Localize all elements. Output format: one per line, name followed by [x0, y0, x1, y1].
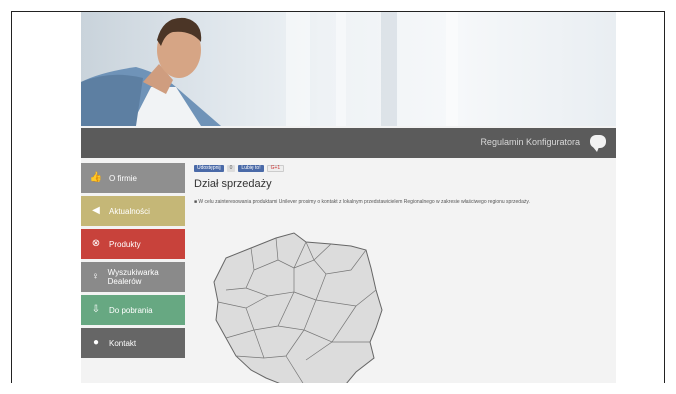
- megaphone-icon: ◀: [92, 205, 100, 216]
- lightbulb-icon: ♀: [91, 271, 100, 282]
- hero-man-photo: [81, 17, 221, 126]
- sidebar-item-label: Do pobrania: [109, 305, 153, 315]
- sidebar-item-o-firmie[interactable]: 👍 O firmie: [81, 163, 185, 193]
- sidebar-item-produkty[interactable]: ⊗ Produkty: [81, 229, 185, 259]
- top-bar: Regulamin Konfiguratora: [81, 128, 616, 158]
- sidebar-item-label: Produkty: [109, 239, 141, 249]
- sidebar-item-label: Aktualności: [109, 206, 150, 216]
- page-title: Dział sprzedaży: [194, 178, 272, 190]
- website: Regulamin Konfiguratora 👍 O firmie ◀ Akt…: [81, 12, 616, 383]
- sidebar-item-label: O firmie: [109, 173, 137, 183]
- poland-map: [213, 232, 383, 383]
- sidebar-nav: 👍 O firmie ◀ Aktualności ⊗ Produkty ♀ Wy…: [81, 163, 185, 361]
- hero-banner: [81, 12, 616, 126]
- main-content: Udostępnij 0 Lubię to! G+1 Dział sprzeda…: [194, 163, 609, 383]
- sidebar-item-kontakt[interactable]: ● Kontakt: [81, 328, 185, 358]
- gplus-button[interactable]: G+1: [266, 164, 285, 172]
- screenshot-frame: Regulamin Konfiguratora 👍 O firmie ◀ Akt…: [11, 11, 665, 383]
- share-count: 0: [226, 164, 236, 172]
- info-note: ■ W celu zainteresowania produktami Unil…: [194, 199, 530, 205]
- sidebar-item-wyszukiwarka[interactable]: ♀ Wyszukiwarka Dealerów: [81, 262, 185, 292]
- location-pin-icon: ●: [92, 337, 100, 348]
- facebook-like-button[interactable]: Lubię to!: [238, 164, 264, 172]
- facebook-share-button[interactable]: Udostępnij: [194, 164, 224, 172]
- sidebar-item-aktualnosci[interactable]: ◀ Aktualności: [81, 196, 185, 226]
- download-icon: ⇩: [91, 304, 101, 315]
- regulations-link[interactable]: Regulamin Konfiguratora: [480, 137, 580, 147]
- sidebar-item-label: Kontakt: [109, 338, 137, 348]
- map-outline: [213, 232, 383, 383]
- thumbs-up-icon: 👍: [89, 172, 103, 183]
- product-icon: ⊗: [91, 238, 101, 249]
- sidebar-item-do-pobrania[interactable]: ⇩ Do pobrania: [81, 295, 185, 325]
- social-buttons: Udostępnij 0 Lubię to! G+1: [194, 163, 609, 173]
- chat-icon[interactable]: [590, 135, 606, 152]
- info-note-text: W celu zainteresowania produktami Unilev…: [198, 199, 530, 205]
- sidebar-item-label: Wyszukiwarka Dealerów: [107, 268, 159, 286]
